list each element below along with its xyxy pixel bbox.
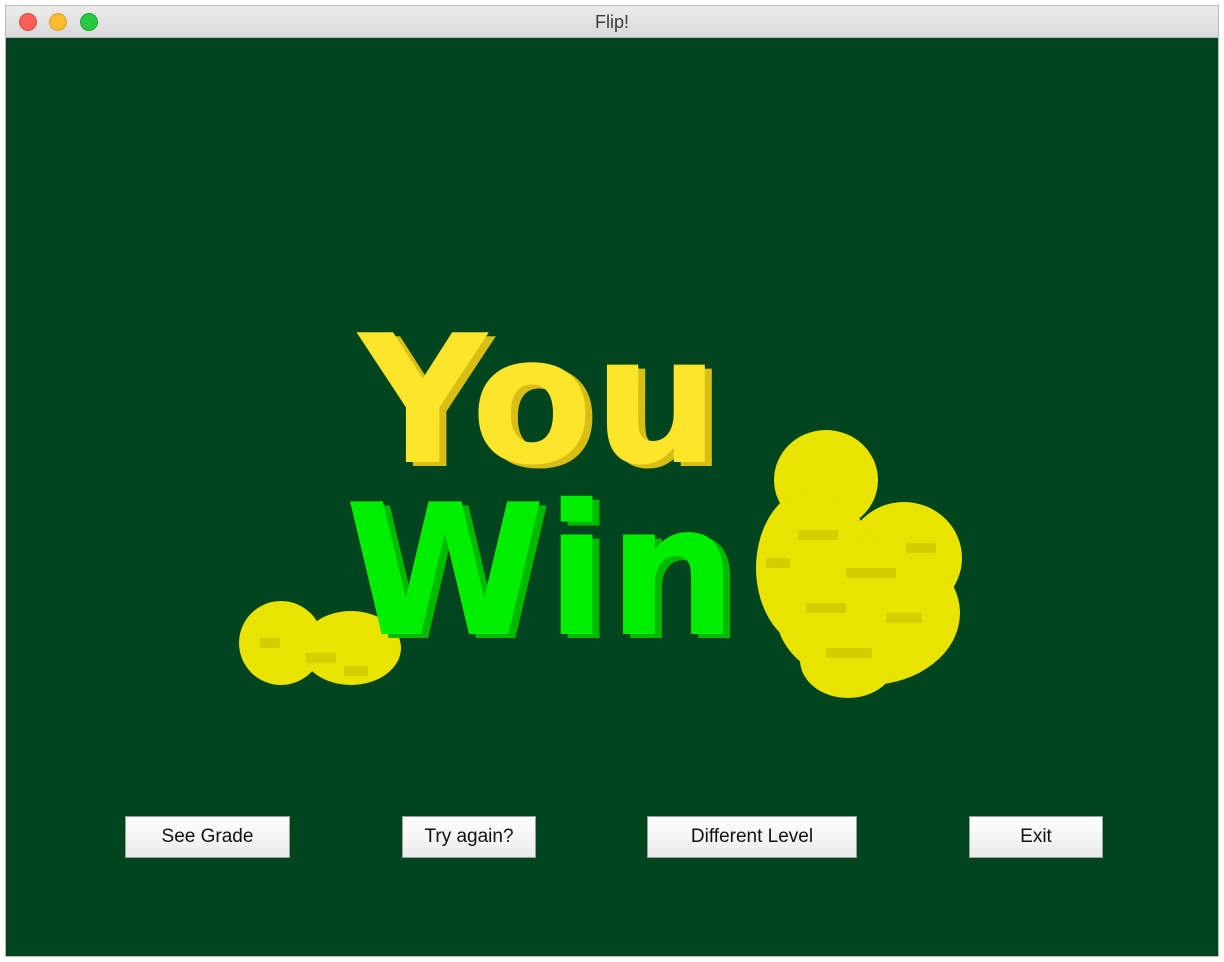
window-title: Flip! [594, 12, 629, 32]
large-coin-pile-icon [756, 430, 962, 698]
title-bar[interactable]: Flip! [6, 6, 1218, 38]
app-window: Flip! You You Win Win See Grade Try agai… [5, 5, 1219, 957]
exit-button[interactable]: Exit [969, 816, 1103, 858]
different-level-button[interactable]: Different Level [647, 816, 857, 858]
see-grade-button[interactable]: See Grade [125, 816, 290, 858]
try-again-button[interactable]: Try again? [402, 816, 536, 858]
win-text: Win [345, 465, 738, 677]
game-canvas: You You Win Win See Grade Try again? Dif… [6, 38, 1218, 956]
